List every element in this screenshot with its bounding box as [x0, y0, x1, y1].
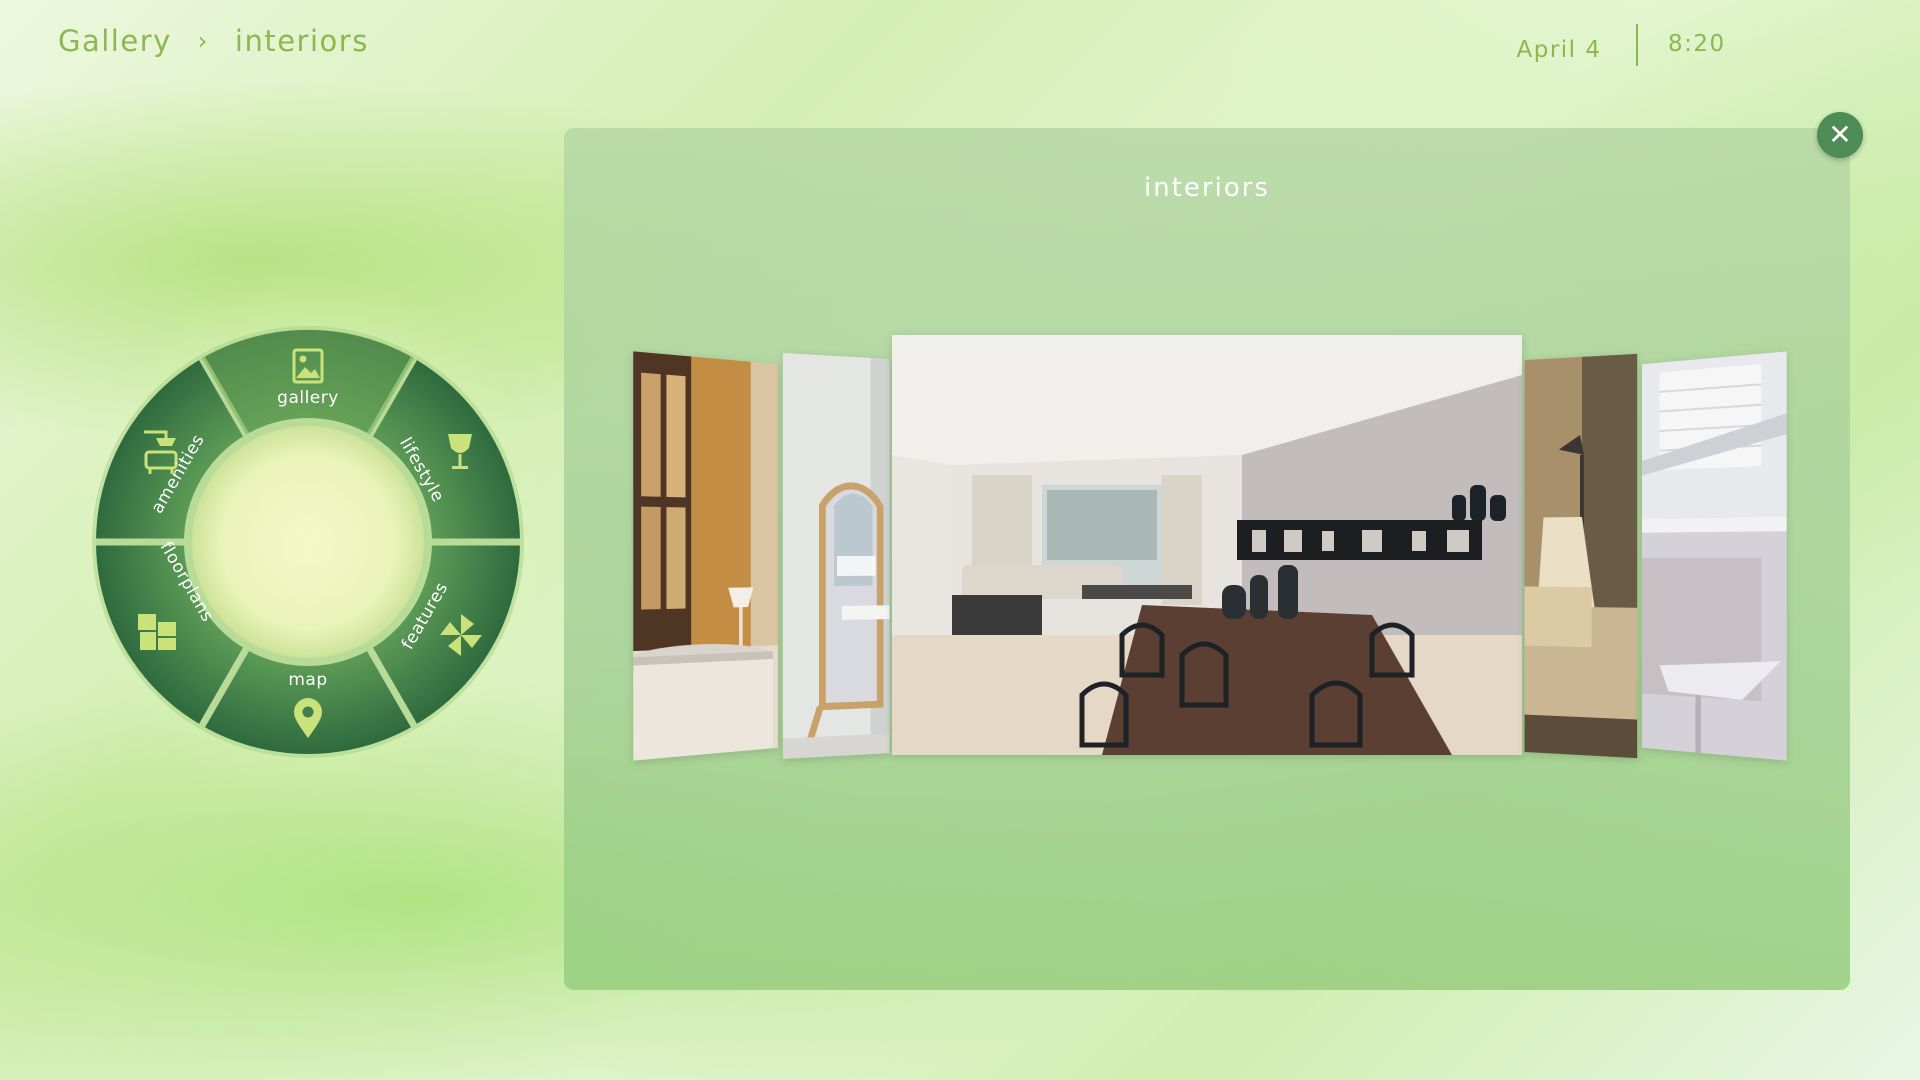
carousel-photo-mirror[interactable]: [783, 353, 890, 759]
floorplan-icon: [134, 608, 182, 656]
close-icon: ✕: [1828, 121, 1851, 149]
app-screen: Gallery › interiors April 4 8:20 gallery…: [0, 0, 1920, 1080]
carousel-photo-dining-living[interactable]: [892, 335, 1522, 755]
carousel-photo-bedroom[interactable]: [633, 351, 778, 760]
breadcrumb: Gallery › interiors: [58, 24, 369, 58]
pinwheel-icon: [436, 610, 486, 660]
status-divider: [1636, 24, 1638, 66]
breadcrumb-current: interiors: [235, 24, 369, 58]
carousel-photo-sofa[interactable]: [1525, 354, 1638, 758]
close-button[interactable]: ✕: [1817, 112, 1863, 158]
gallery-icon: [288, 346, 328, 386]
panel-title: interiors: [564, 173, 1850, 203]
date-label: April 4: [1500, 27, 1618, 63]
breadcrumb-gallery-link[interactable]: Gallery: [58, 24, 172, 58]
menu-item-map[interactable]: map: [276, 670, 340, 690]
status-bar: April 4 8:20: [1500, 24, 1726, 66]
menu-item-gallery[interactable]: gallery: [276, 388, 340, 408]
carousel-photo-kitchen[interactable]: [1642, 351, 1787, 760]
map-pin-icon: [290, 696, 326, 740]
chevron-right-icon: ›: [198, 27, 209, 55]
radial-menu: gallery lifestyle features map floorplan…: [90, 324, 526, 760]
wine-glass-icon: [442, 430, 478, 474]
time-label: 8:20: [1668, 31, 1726, 59]
